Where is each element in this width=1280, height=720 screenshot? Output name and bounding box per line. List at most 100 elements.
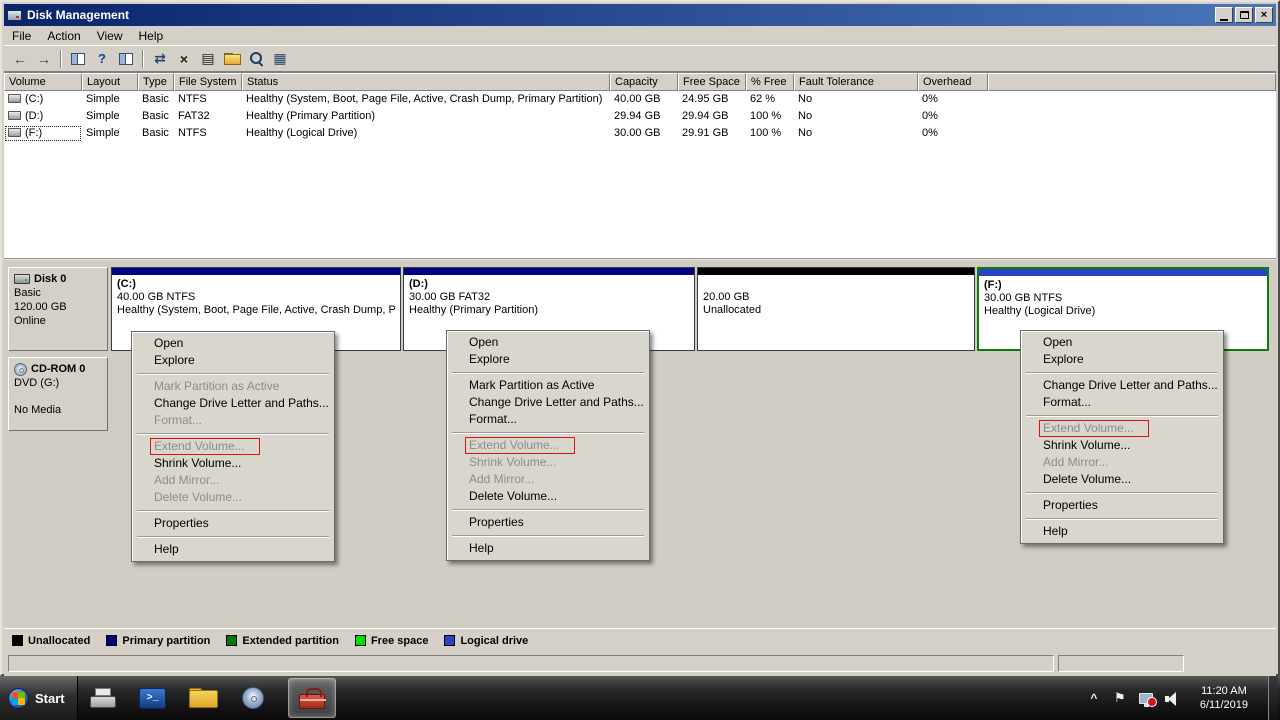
toolbar-separator xyxy=(60,50,62,68)
windows-logo-icon xyxy=(8,688,29,709)
system-tray: ^ ⚑ 11:20 AM 6/11/2019 xyxy=(1086,676,1280,720)
primary-partition-swatch xyxy=(106,635,117,646)
taskbar-disk-management-button[interactable] xyxy=(229,678,277,718)
delete-icon: × xyxy=(180,51,188,67)
menu-item-shrink-volume[interactable]: Shrink Volume... xyxy=(1023,437,1221,454)
open-button[interactable] xyxy=(220,48,244,70)
table-row[interactable]: (F:) Simple Basic NTFS Healthy (Logical … xyxy=(4,125,1276,142)
minimize-button[interactable] xyxy=(1215,7,1233,23)
menu-item-change-drive-letter[interactable]: Change Drive Letter and Paths... xyxy=(449,394,647,411)
menu-item-delete-volume[interactable]: Delete Volume... xyxy=(449,488,647,505)
speaker-icon xyxy=(1165,692,1179,705)
maximize-button[interactable] xyxy=(1235,7,1253,23)
find-button[interactable] xyxy=(244,48,268,70)
table-row[interactable]: (D:) Simple Basic FAT32 Healthy (Primary… xyxy=(4,108,1276,125)
volume-cell[interactable]: (C:) xyxy=(4,91,82,108)
menu-file[interactable]: File xyxy=(4,27,39,45)
properties-button[interactable]: ▤ xyxy=(196,48,220,70)
legend-bar: Unallocated Primary partition Extended p… xyxy=(4,628,1276,652)
close-button[interactable]: × xyxy=(1255,7,1273,23)
menu-item-help[interactable]: Help xyxy=(1023,523,1221,540)
menu-action[interactable]: Action xyxy=(39,27,88,45)
menu-item-explore[interactable]: Explore xyxy=(449,351,647,368)
column-header-status[interactable]: Status xyxy=(242,73,610,91)
menu-item-format[interactable]: Format... xyxy=(1023,394,1221,411)
taskbar-powershell-button[interactable]: >_ xyxy=(129,678,177,718)
toolbar: ← → ? ⇄ × ▤ ▦ xyxy=(4,46,1276,72)
chevron-up-icon: ^ xyxy=(1090,691,1097,705)
column-header-file-system[interactable]: File System xyxy=(174,73,242,91)
disk-type: Basic xyxy=(14,286,102,300)
disk0-panel[interactable]: Disk 0 Basic 120.00 GB Online xyxy=(8,267,108,351)
annotation-box: Extend Volume... xyxy=(150,438,260,455)
partition-status: Healthy (Primary Partition) xyxy=(409,304,689,317)
menu-item-format[interactable]: Format... xyxy=(449,411,647,428)
tray-network-button[interactable] xyxy=(1138,689,1154,707)
menu-help[interactable]: Help xyxy=(131,27,172,45)
table-row[interactable]: (C:) Simple Basic NTFS Healthy (System, … xyxy=(4,91,1276,108)
menu-item-delete-volume[interactable]: Delete Volume... xyxy=(1023,471,1221,488)
menu-bar: File Action View Help xyxy=(4,26,1276,46)
cdrom-status: No Media xyxy=(14,403,102,417)
table-header-row: Volume Layout Type File System Status Ca… xyxy=(4,73,1276,91)
menu-item-change-drive-letter[interactable]: Change Drive Letter and Paths... xyxy=(1023,377,1221,394)
column-header-pct-free[interactable]: % Free xyxy=(746,73,794,91)
menu-item-open[interactable]: Open xyxy=(134,335,332,352)
cdrom-name: CD-ROM 0 xyxy=(31,362,85,376)
volume-cell[interactable]: (F:) xyxy=(4,125,82,142)
column-header-layout[interactable]: Layout xyxy=(82,73,138,91)
show-action-pane-button[interactable] xyxy=(114,48,138,70)
menu-item-shrink-volume[interactable]: Shrink Volume... xyxy=(134,455,332,472)
views-button[interactable]: ▦ xyxy=(268,48,292,70)
volume-cell[interactable]: (D:) xyxy=(4,108,82,125)
column-header-capacity[interactable]: Capacity xyxy=(610,73,678,91)
tray-flag-button[interactable]: ⚑ xyxy=(1112,689,1128,707)
free-space-cell: 29.91 GB xyxy=(678,125,746,142)
column-header-type[interactable]: Type xyxy=(138,73,174,91)
menu-item-help[interactable]: Help xyxy=(449,540,647,557)
capacity-cell: 40.00 GB xyxy=(610,91,678,108)
back-button[interactable]: ← xyxy=(8,48,32,70)
menu-item-explore[interactable]: Explore xyxy=(134,352,332,369)
taskbar-explorer-button[interactable] xyxy=(179,678,227,718)
start-button[interactable]: Start xyxy=(0,676,78,720)
menu-item-mark-partition-active[interactable]: Mark Partition as Active xyxy=(449,377,647,394)
partition-name: (D:) xyxy=(409,278,689,291)
show-console-tree-button[interactable] xyxy=(66,48,90,70)
type-cell: Basic xyxy=(138,108,174,125)
title-bar[interactable]: Disk Management × xyxy=(4,4,1276,26)
menu-separator xyxy=(1026,518,1218,519)
menu-item-properties[interactable]: Properties xyxy=(449,514,647,531)
column-header-fault-tolerance[interactable]: Fault Tolerance xyxy=(794,73,918,91)
column-header-volume[interactable]: Volume xyxy=(4,73,82,91)
menu-item-shrink-volume: Shrink Volume... xyxy=(449,454,647,471)
delete-button[interactable]: × xyxy=(172,48,196,70)
menu-item-properties[interactable]: Properties xyxy=(134,515,332,532)
unallocated-region[interactable]: 20.00 GB Unallocated xyxy=(697,267,975,351)
show-desktop-button[interactable] xyxy=(1268,676,1278,720)
toolbox-icon xyxy=(299,694,325,709)
help-button[interactable]: ? xyxy=(90,48,114,70)
forward-button[interactable]: → xyxy=(32,48,56,70)
layout-cell: Simple xyxy=(82,108,138,125)
menu-item-extend-volume: Extend Volume... xyxy=(134,438,332,455)
menu-item-extend-volume: Extend Volume... xyxy=(1023,420,1221,437)
column-header-overhead[interactable]: Overhead xyxy=(918,73,988,91)
taskbar-printer-button[interactable] xyxy=(79,678,127,718)
menu-item-change-drive-letter[interactable]: Change Drive Letter and Paths... xyxy=(134,395,332,412)
menu-item-properties[interactable]: Properties xyxy=(1023,497,1221,514)
tray-chevron-button[interactable]: ^ xyxy=(1086,689,1102,707)
type-cell: Basic xyxy=(138,91,174,108)
taskbar-clock[interactable]: 11:20 AM 6/11/2019 xyxy=(1190,684,1258,712)
menu-item-help[interactable]: Help xyxy=(134,541,332,558)
column-header-free-space[interactable]: Free Space xyxy=(678,73,746,91)
taskbar-server-manager-button[interactable] xyxy=(288,678,336,718)
menu-view[interactable]: View xyxy=(89,27,131,45)
primary-partition-band xyxy=(112,268,400,275)
menu-item-open[interactable]: Open xyxy=(1023,334,1221,351)
menu-item-open[interactable]: Open xyxy=(449,334,647,351)
menu-item-explore[interactable]: Explore xyxy=(1023,351,1221,368)
tray-volume-button[interactable] xyxy=(1164,689,1180,707)
refresh-button[interactable]: ⇄ xyxy=(148,48,172,70)
cdrom-panel[interactable]: CD-ROM 0 DVD (G:) No Media xyxy=(8,357,108,431)
